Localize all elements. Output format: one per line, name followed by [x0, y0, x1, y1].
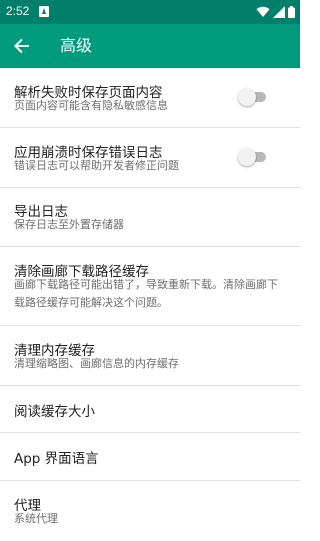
- setting-subtitle: 清理缩略图、画廊信息的内存缓存: [14, 357, 179, 370]
- setting-app-language[interactable]: App 界面语言: [0, 433, 300, 481]
- battery-icon: [288, 6, 295, 18]
- toggle-thumb: [238, 148, 256, 166]
- status-icons: [256, 5, 295, 19]
- settings-list: 解析失败时保存页面内容 页面内容可能含有隐私敏感信息 应用崩溃时保存错误日志 错…: [0, 68, 300, 541]
- notification-a-icon: [39, 6, 49, 17]
- setting-read-cache-size[interactable]: 阅读缓存大小: [0, 386, 300, 433]
- setting-export-log[interactable]: 导出日志 保存日志至外置存储器: [0, 188, 300, 247]
- setting-proxy[interactable]: 代理 系统代理: [0, 481, 300, 541]
- save-page-toggle[interactable]: [238, 88, 266, 106]
- app-bar: 高级: [0, 24, 300, 68]
- setting-subtitle: 保存日志至外置存储器: [14, 218, 124, 231]
- setting-save-crash-log[interactable]: 应用崩溃时保存错误日志 错误日志可以帮助开发者修正问题: [0, 128, 300, 188]
- arrow-left-icon: [14, 38, 29, 54]
- status-bar: 2:52: [0, 0, 300, 24]
- wifi-icon: [256, 6, 270, 17]
- back-button[interactable]: [8, 32, 36, 60]
- cell-signal-icon: [273, 6, 285, 18]
- setting-save-page-on-parse-fail[interactable]: 解析失败时保存页面内容 页面内容可能含有隐私敏感信息: [0, 68, 300, 128]
- setting-title: App 界面语言: [14, 451, 99, 467]
- page-title: 高级: [60, 36, 93, 55]
- status-time: 2:52: [6, 4, 30, 18]
- setting-clear-memory-cache[interactable]: 清理内存缓存 清理缩略图、画廊信息的内存缓存: [0, 326, 300, 386]
- save-crash-log-toggle[interactable]: [238, 148, 266, 166]
- setting-clear-download-path-cache[interactable]: 清除画廊下载路径缓存 画廊下载路径可能出错了，导致重新下载。清除画廊下载路径缓存…: [0, 247, 300, 326]
- setting-title: 阅读缓存大小: [14, 404, 95, 420]
- setting-subtitle: 系统代理: [14, 512, 58, 525]
- setting-subtitle: 画廊下载路径可能出错了，导致重新下载。清除画廊下载路径缓存可能解决这个问题。: [14, 278, 278, 309]
- toggle-thumb: [238, 88, 256, 106]
